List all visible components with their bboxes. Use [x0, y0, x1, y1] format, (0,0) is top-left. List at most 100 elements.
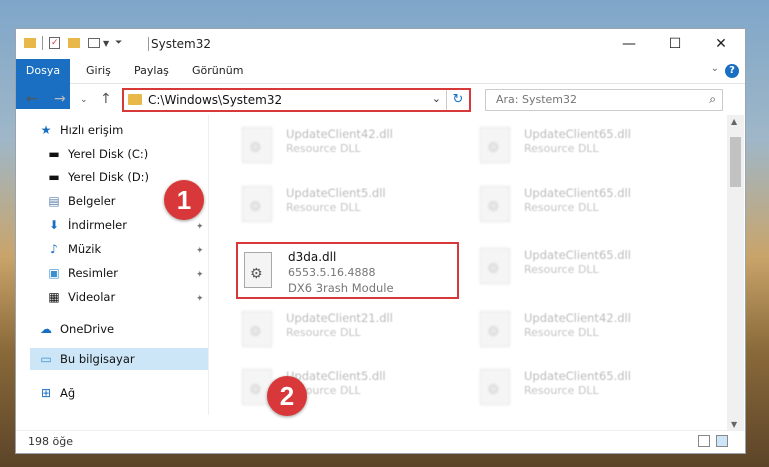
- download-icon: ⬇: [48, 218, 60, 232]
- address-bar[interactable]: C:\Windows\System32 ⌄ ↻: [122, 88, 471, 112]
- close-button[interactable]: ✕: [698, 29, 744, 59]
- file-item[interactable]: UpdateClient42.dll Resource DLL: [474, 305, 699, 355]
- dll-file-icon: [480, 186, 510, 222]
- vertical-scrollbar[interactable]: ▲ ▼: [727, 115, 744, 431]
- back-icon[interactable]: ←: [26, 91, 38, 107]
- minimize-button[interactable]: —: [606, 29, 652, 59]
- nav-item-label: Bu bilgisayar: [60, 352, 135, 366]
- network-icon: ⊞: [40, 386, 52, 400]
- large-icons-view-icon[interactable]: [716, 435, 728, 447]
- file-description: DX6 3rash Module: [288, 281, 394, 295]
- file-item[interactable]: UpdateClient65.dll Resource DLL: [474, 242, 699, 292]
- dll-file-icon: [244, 252, 272, 288]
- pin-icon[interactable]: ✦: [196, 222, 204, 232]
- details-view-icon[interactable]: [698, 435, 710, 447]
- nav-item-label: Ağ: [60, 386, 76, 400]
- pin-icon[interactable]: ✦: [196, 294, 204, 304]
- chevron-down-icon[interactable]: ⌄: [432, 92, 441, 105]
- search-icon[interactable]: ⌕: [709, 92, 716, 107]
- file-name: UpdateClient42.dll: [524, 311, 631, 325]
- nav-item-this-pc[interactable]: ▭ Bu bilgisayar: [30, 348, 208, 370]
- dll-file-icon: [242, 311, 272, 347]
- nav-item-disk-d[interactable]: ▬ Yerel Disk (D:): [46, 166, 149, 188]
- pin-icon[interactable]: ✦: [196, 270, 204, 280]
- navigation-row: ← → ⌄ ↑ C:\Windows\System32 ⌄ ↻ ⌕: [16, 85, 745, 115]
- search-input[interactable]: [494, 92, 698, 107]
- status-bar: 198 öğe: [16, 430, 745, 453]
- file-item[interactable]: UpdateClient21.dll Resource DLL: [236, 305, 461, 355]
- folder-icon: [24, 38, 36, 48]
- collapse-ribbon-icon[interactable]: ⌄: [711, 63, 719, 74]
- file-item[interactable]: UpdateClient65.dll Resource DLL: [474, 180, 699, 230]
- nav-item-label: Resimler: [68, 266, 118, 280]
- scroll-down-icon[interactable]: ▼: [731, 420, 737, 429]
- file-name: UpdateClient65.dll: [524, 186, 631, 200]
- file-name: UpdateClient65.dll: [524, 127, 631, 141]
- dll-file-icon: [480, 369, 510, 405]
- file-item[interactable]: UpdateClient65.dll Resource DLL: [474, 363, 699, 413]
- help-icon[interactable]: ?: [725, 64, 739, 78]
- file-item[interactable]: UpdateClient42.dll Resource DLL: [236, 121, 461, 171]
- window-title: System32: [151, 37, 212, 51]
- tab-view[interactable]: Görünüm: [180, 59, 255, 83]
- nav-item-onedrive[interactable]: ☁ OneDrive: [38, 318, 114, 340]
- pictures-icon: ▣: [48, 266, 60, 280]
- annotation-marker-1: 1: [164, 180, 204, 220]
- nav-item-music[interactable]: ♪ Müzik: [46, 238, 101, 260]
- nav-item-videos[interactable]: ▦ Videolar: [46, 286, 115, 308]
- nav-item-label: İndirmeler: [68, 218, 127, 232]
- recent-locations-icon[interactable]: ⌄: [80, 95, 88, 105]
- nav-item-downloads[interactable]: ⬇ İndirmeler: [46, 214, 127, 236]
- nav-item-network[interactable]: ⊞ Ağ: [38, 382, 75, 404]
- search-box[interactable]: ⌕: [485, 89, 723, 111]
- refresh-icon[interactable]: ↻: [446, 90, 469, 110]
- file-description: Resource DLL: [524, 263, 599, 276]
- nav-item-label: OneDrive: [60, 322, 115, 336]
- highlighted-file-item[interactable]: d3da.dll 6553.5.16.4888 DX6 3rash Module: [236, 242, 459, 299]
- nav-item-label: Yerel Disk (C:): [68, 147, 149, 161]
- forward-icon[interactable]: →: [54, 91, 66, 107]
- file-description: Resource DLL: [286, 201, 361, 214]
- file-item[interactable]: UpdateClient5.dll Resource DLL: [236, 180, 461, 230]
- file-description: Resource DLL: [524, 201, 599, 214]
- documents-icon: ▤: [48, 194, 60, 208]
- star-icon: ★: [40, 123, 52, 137]
- tab-share[interactable]: Paylaş: [122, 59, 181, 83]
- maximize-button[interactable]: ☐: [652, 29, 698, 59]
- ribbon-tabs: Dosya Giriş Paylaş Görünüm ⌄ ?: [16, 59, 745, 109]
- drive-icon: ▬: [48, 147, 60, 161]
- nav-item-documents[interactable]: ▤ Belgeler: [46, 190, 116, 212]
- nav-item-label: Hızlı erişim: [60, 123, 124, 137]
- dll-file-icon: [242, 127, 272, 163]
- quick-access-toolbar: ✓ ▼ ⏷: [24, 36, 122, 50]
- title-bar: ✓ ▼ ⏷ System32 — ☐ ✕: [16, 29, 745, 59]
- dll-file-icon: [480, 311, 510, 347]
- computer-icon: ▭: [40, 352, 52, 366]
- file-item[interactable]: UpdateClient65.dll Resource DLL: [474, 121, 699, 171]
- customize-icon[interactable]: [88, 38, 100, 48]
- nav-item-label: Belgeler: [68, 194, 116, 208]
- nav-item-quick-access[interactable]: ★ Hızlı erişim: [38, 119, 124, 141]
- up-icon[interactable]: ↑: [100, 91, 112, 107]
- file-name: UpdateClient5.dll: [286, 186, 386, 200]
- scroll-up-icon[interactable]: ▲: [731, 117, 737, 126]
- file-name: UpdateClient42.dll: [286, 127, 393, 141]
- chevron-down-icon[interactable]: ▼: [103, 39, 109, 48]
- file-description: Resource DLL: [286, 142, 361, 155]
- customize-dropdown-icon[interactable]: ⏷: [115, 38, 122, 48]
- tab-home[interactable]: Giriş: [74, 59, 123, 83]
- properties-icon[interactable]: ✓: [49, 37, 60, 49]
- folder-icon: [128, 94, 142, 105]
- new-folder-icon[interactable]: [68, 38, 80, 48]
- pin-icon[interactable]: ✦: [196, 246, 204, 256]
- nav-item-pictures[interactable]: ▣ Resimler: [46, 262, 118, 284]
- nav-item-disk-c[interactable]: ▬ Yerel Disk (C:): [46, 143, 148, 165]
- file-name: UpdateClient65.dll: [524, 369, 631, 383]
- address-path[interactable]: C:\Windows\System32: [148, 93, 282, 107]
- scrollbar-thumb[interactable]: [730, 137, 741, 187]
- nav-item-label: Yerel Disk (D:): [68, 170, 150, 184]
- file-list: UpdateClient42.dll Resource DLL UpdateCl…: [212, 115, 726, 420]
- file-name: UpdateClient65.dll: [524, 248, 631, 262]
- nav-item-label: Videolar: [68, 290, 116, 304]
- dll-file-icon: [242, 186, 272, 222]
